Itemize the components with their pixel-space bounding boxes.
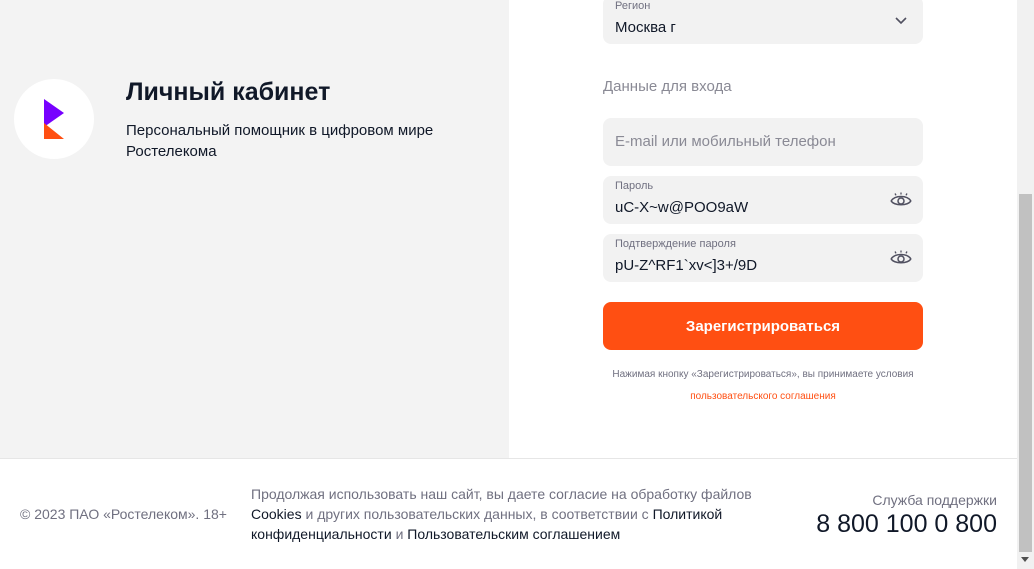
region-label: Регион (615, 0, 651, 12)
eye-icon[interactable] (889, 246, 913, 270)
user-agreement-link[interactable]: пользовательского соглашения (690, 391, 836, 402)
copyright: © 2023 ПАО «Ростелеком». 18+ (20, 506, 227, 522)
consent-text-2: и других пользовательских данных, в соот… (305, 506, 649, 522)
password-confirm-field[interactable]: Подтверждение пароля pU-Z^RF1`xv<]3+/9D (603, 234, 923, 282)
password-field[interactable]: Пароль uC-X~w@POO9aW (603, 176, 923, 224)
password-label: Пароль (615, 180, 654, 192)
rostelecom-logo (14, 79, 94, 159)
consent-text-1: Продолжая использовать наш сайт, вы дает… (251, 486, 752, 502)
chevron-down-icon[interactable] (889, 8, 913, 32)
scrollbar-thumb[interactable] (1019, 194, 1032, 552)
cookies-link[interactable]: Cookies (251, 506, 302, 522)
register-button[interactable]: Зарегистрироваться (603, 302, 923, 350)
rostelecom-logo-icon (44, 99, 64, 139)
password-confirm-value: pU-Z^RF1`xv<]3+/9D (615, 257, 758, 274)
login-input[interactable]: E-mail или мобильный телефон (603, 118, 923, 166)
login-placeholder: E-mail или мобильный телефон (615, 133, 836, 150)
login-section-label: Данные для входа (603, 78, 732, 95)
cookie-consent-text: Продолжая использовать наш сайт, вы дает… (251, 484, 771, 544)
region-select[interactable]: Регион Москва г (603, 0, 923, 44)
consent-text-3: и (395, 526, 404, 542)
password-value: uC-X~w@POO9aW (615, 199, 749, 216)
region-value: Москва г (615, 19, 676, 36)
password-confirm-label: Подтверждение пароля (615, 238, 736, 250)
page-subtitle: Персональный помощник в цифровом мире Ро… (126, 122, 434, 160)
page-title: Личный кабинет (126, 78, 331, 106)
support-phone[interactable]: 8 800 100 0 800 (777, 510, 997, 539)
user-agreement-footer-link[interactable]: Пользовательским соглашением (407, 526, 620, 542)
eye-icon[interactable] (889, 188, 913, 212)
promo-panel (0, 0, 509, 458)
legal-text: Нажимая кнопку «Зарегистрироваться», вы … (612, 369, 914, 380)
scroll-down-arrow-icon[interactable] (1021, 557, 1029, 562)
legal-notice: Нажимая кнопку «Зарегистрироваться», вы … (603, 364, 923, 408)
support-label: Служба поддержки (872, 492, 997, 508)
